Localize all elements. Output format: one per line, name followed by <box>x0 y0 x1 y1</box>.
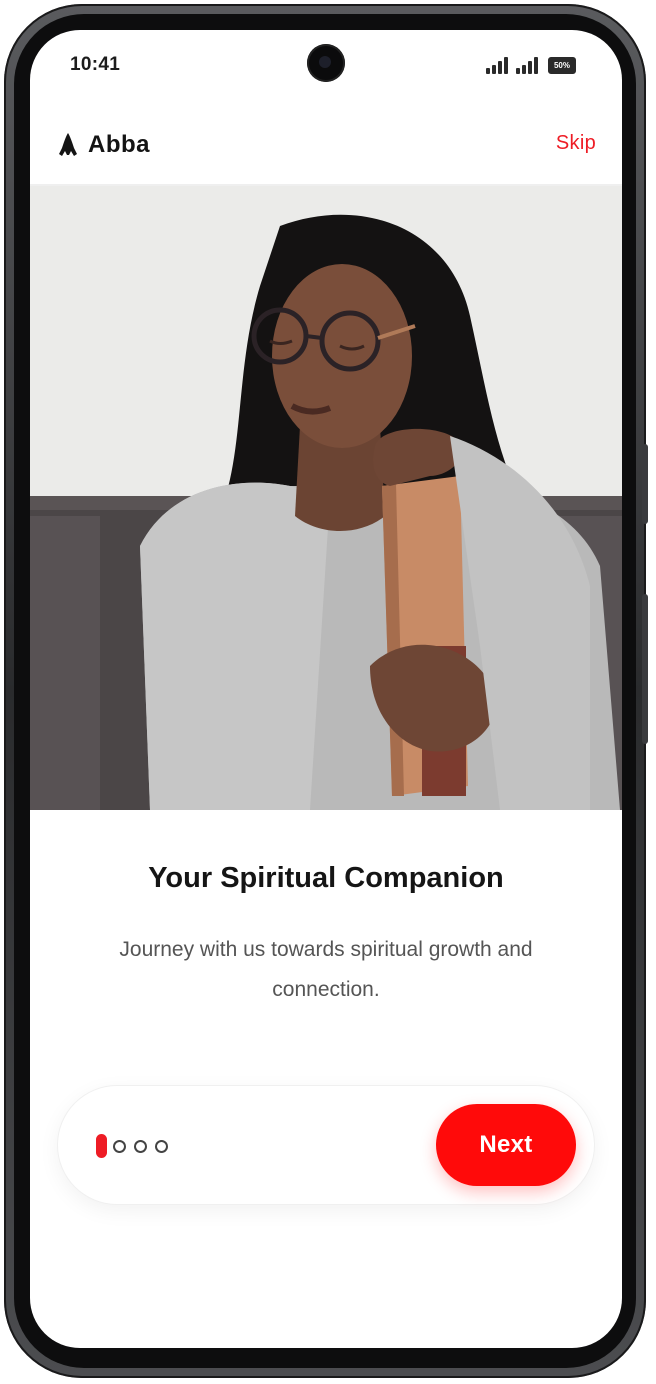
onboarding-controls: Next <box>58 1086 594 1204</box>
page-dot[interactable] <box>113 1139 126 1153</box>
onboarding-subtitle: Journey with us towards spiritual growth… <box>119 938 533 1001</box>
wifi-signal-icon <box>516 56 540 74</box>
battery-icon: 50% <box>548 57 576 74</box>
app-header: Abba Skip <box>30 120 622 186</box>
hero-illustration <box>30 186 622 810</box>
power-button <box>642 594 648 744</box>
page-indicator <box>96 1134 176 1158</box>
page-dot-active <box>96 1134 107 1158</box>
page-dot[interactable] <box>134 1139 147 1153</box>
app-name: Abba <box>88 131 150 158</box>
skip-button[interactable]: Skip <box>556 132 596 155</box>
screen: 10:41 50% Abba Skip Your Spiritual Compa… <box>30 30 622 1348</box>
page-dot[interactable] <box>155 1139 168 1153</box>
next-button[interactable]: Next <box>436 1104 576 1186</box>
hero-image <box>30 186 622 810</box>
status-bar: 10:41 50% <box>30 30 622 110</box>
cellular-signal-icon <box>486 56 510 74</box>
front-camera <box>307 44 345 82</box>
status-time: 10:41 <box>70 54 121 75</box>
brand: Abba <box>58 130 150 160</box>
onboarding-title: Your Spiritual Companion <box>148 862 504 894</box>
praying-hands-icon <box>59 133 77 156</box>
volume-button <box>642 444 648 524</box>
